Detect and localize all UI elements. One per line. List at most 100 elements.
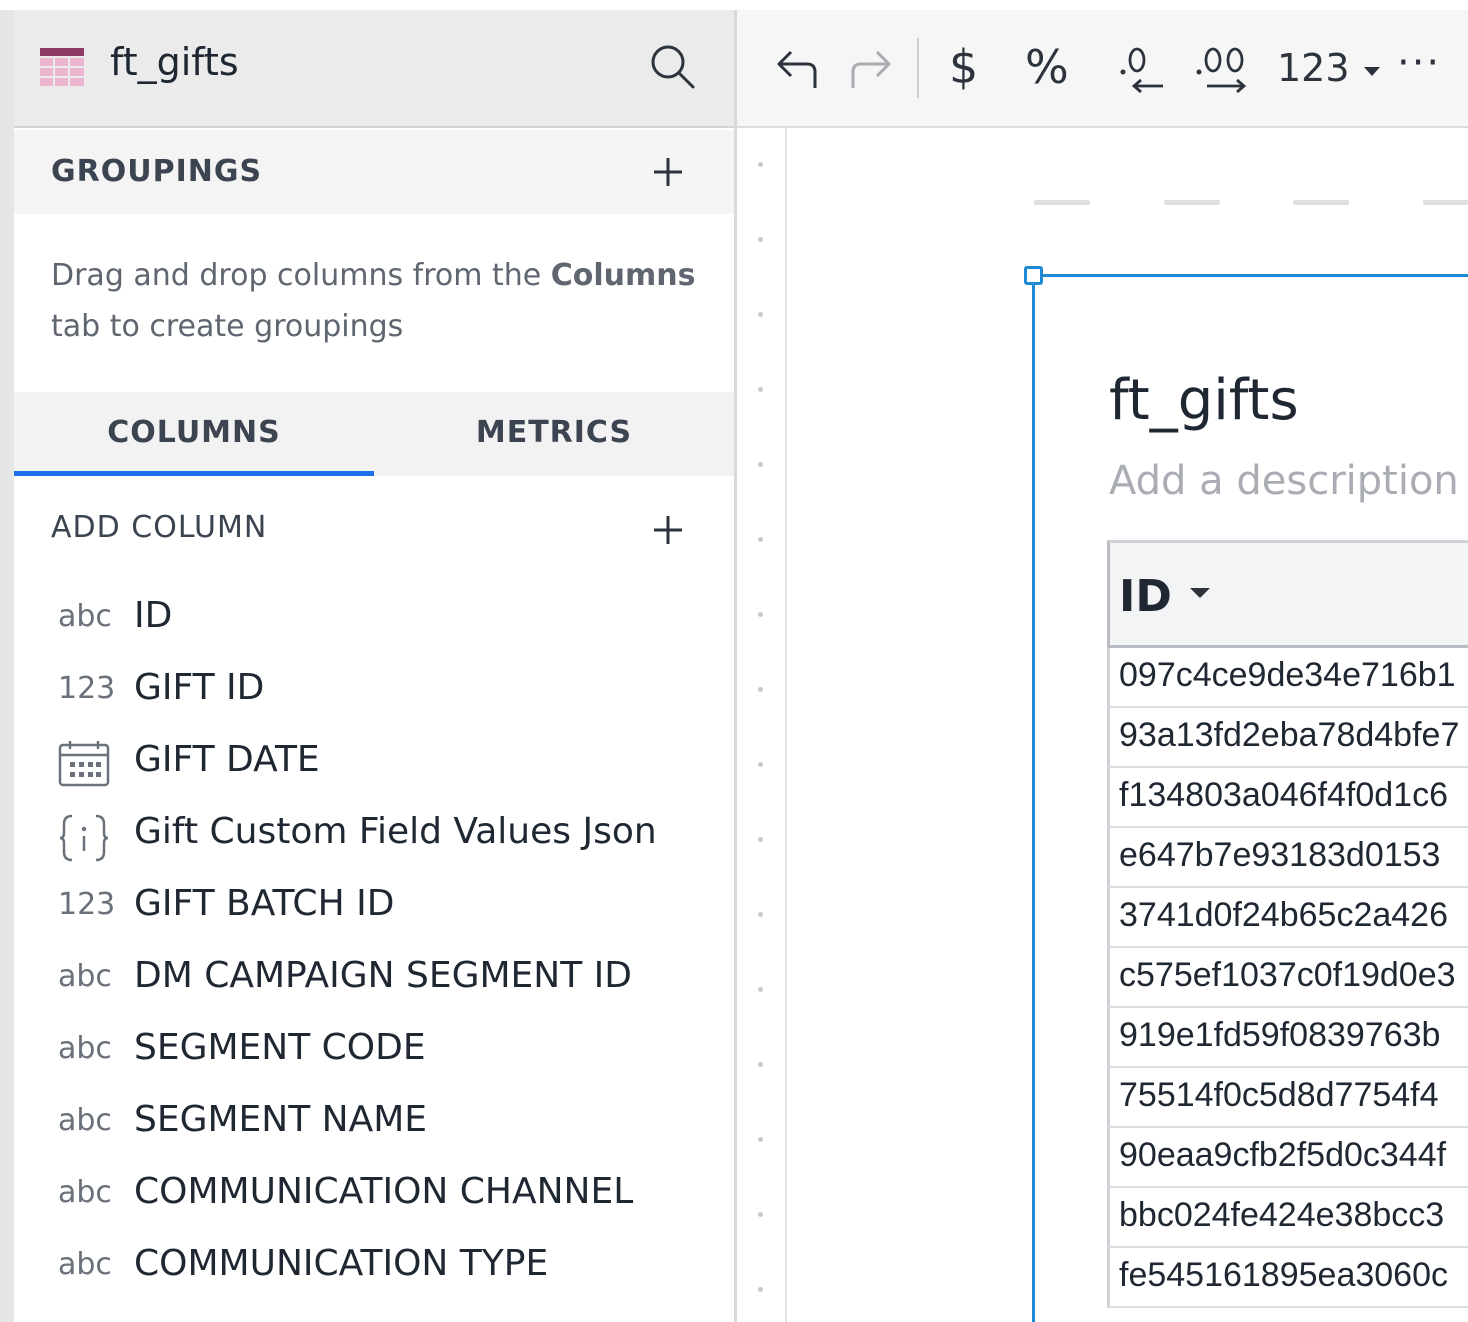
- table-row[interactable]: 90eaa9cfb2f5d0c344f: [1107, 1128, 1468, 1188]
- column-item-id[interactable]: abc ID: [14, 585, 734, 657]
- left-edge: [0, 10, 14, 1322]
- column-item-communication-type[interactable]: abc COMMUNICATION TYPE: [14, 1233, 734, 1305]
- data-table: ID 097c4ce9de34e716b1 93a13fd2eba78d4bfe…: [1107, 540, 1468, 1322]
- canvas-gutter-line: [785, 128, 787, 1322]
- description-input[interactable]: Add a description: [1109, 458, 1459, 504]
- number-type-icon: 123: [58, 887, 116, 922]
- gutter-dot: [758, 387, 763, 392]
- table-row[interactable]: c575ef1037c0f19d0e3: [1107, 948, 1468, 1008]
- table-title[interactable]: ft_gifts: [1109, 368, 1299, 433]
- resize-handle[interactable]: [1024, 266, 1043, 285]
- chevron-down-icon: [1363, 66, 1380, 76]
- layout-guide-dash: [1423, 200, 1468, 205]
- gutter-dot: [758, 987, 763, 992]
- column-name: COMMUNICATION CHANNEL: [134, 1171, 634, 1212]
- table-row[interactable]: fe545161895ea3060c: [1107, 1248, 1468, 1308]
- column-item-dm-campaign-segment-id[interactable]: abc DM CAMPAIGN SEGMENT ID: [14, 945, 734, 1017]
- table-row[interactable]: bbc024fe424e38bcc3: [1107, 1188, 1468, 1248]
- text-type-icon: abc: [58, 1247, 112, 1282]
- panel-header: ft_gifts: [14, 10, 734, 128]
- text-type-icon: abc: [58, 1031, 112, 1066]
- toolbar-separator: [917, 38, 919, 98]
- format-toolbar: $ % 123 ···: [737, 10, 1468, 128]
- groupings-help-suffix: tab to create groupings: [51, 309, 404, 344]
- gutter-dot: [758, 1137, 763, 1142]
- tab-metrics-label: METRICS: [475, 415, 633, 450]
- top-strip: [0, 0, 1468, 10]
- table-cell: 919e1fd59f0839763b: [1119, 1016, 1441, 1054]
- gutter-dot: [758, 1212, 763, 1217]
- column-name: SEGMENT CODE: [134, 1027, 426, 1068]
- tab-metrics[interactable]: METRICS: [374, 392, 734, 476]
- tab-active-indicator: [14, 471, 374, 476]
- column-item-segment-name[interactable]: abc SEGMENT NAME: [14, 1089, 734, 1161]
- column-header-id[interactable]: ID: [1107, 540, 1468, 648]
- currency-format-button[interactable]: $: [949, 40, 978, 94]
- layout-guide-dash: [1164, 200, 1220, 205]
- json-icon: [59, 814, 109, 862]
- gutter-dot: [758, 612, 763, 617]
- add-column-label: ADD COLUMN: [51, 510, 268, 545]
- column-name: GIFT DATE: [134, 739, 320, 780]
- table-row[interactable]: 75514f0c5d8d7754f4: [1107, 1068, 1468, 1128]
- column-item-gift-id[interactable]: 123 GIFT ID: [14, 657, 734, 729]
- gutter-dot: [758, 687, 763, 692]
- table-cell: 93a13fd2eba78d4bfe7: [1119, 716, 1460, 754]
- table-cell: f134803a046f4f0d1c6: [1119, 776, 1448, 814]
- groupings-help-prefix: Drag and drop columns from the: [51, 258, 551, 293]
- table-cell: 3741d0f24b65c2a426: [1119, 896, 1448, 934]
- search-icon[interactable]: [648, 42, 698, 92]
- decrease-decimals-icon[interactable]: [1117, 38, 1167, 98]
- gutter-dot: [758, 1287, 763, 1292]
- text-type-icon: abc: [58, 959, 112, 994]
- redo-icon[interactable]: [845, 38, 895, 98]
- panel-tabs: COLUMNS METRICS: [14, 392, 734, 476]
- groupings-help-text: Drag and drop columns from the Columns t…: [51, 250, 711, 352]
- text-type-icon: abc: [58, 599, 112, 634]
- table-row[interactable]: 097c4ce9de34e716b1: [1107, 648, 1468, 708]
- undo-icon[interactable]: [773, 38, 823, 98]
- table-cell: e647b7e93183d0153: [1119, 836, 1441, 874]
- number-format-label: 123: [1277, 46, 1350, 90]
- column-header-label: ID: [1119, 571, 1172, 622]
- column-name: Gift Custom Field Values Json: [134, 811, 657, 852]
- groupings-help-bold: Columns: [550, 258, 696, 293]
- gutter-dot: [758, 312, 763, 317]
- table-cell: 90eaa9cfb2f5d0c344f: [1119, 1136, 1447, 1174]
- column-name: ID: [134, 595, 173, 636]
- table-row[interactable]: 93a13fd2eba78d4bfe7: [1107, 708, 1468, 768]
- table-cell: c575ef1037c0f19d0e3: [1119, 956, 1456, 994]
- groupings-label: GROUPINGS: [51, 154, 263, 189]
- column-item-gift-custom-field-values-json[interactable]: Gift Custom Field Values Json: [14, 801, 734, 873]
- add-column-plus-icon[interactable]: [651, 513, 685, 547]
- column-item-segment-code[interactable]: abc SEGMENT CODE: [14, 1017, 734, 1089]
- workbook-canvas: ft_gifts Add a description ID 097c4ce9de…: [737, 128, 1468, 1322]
- table-cell: 75514f0c5d8d7754f4: [1119, 1076, 1439, 1114]
- column-item-gift-date[interactable]: GIFT DATE: [14, 729, 734, 801]
- layout-guide-dash: [1034, 200, 1090, 205]
- add-grouping-plus-icon[interactable]: [651, 155, 685, 189]
- panel-title: ft_gifts: [110, 40, 239, 84]
- gutter-dot: [758, 237, 763, 242]
- column-item-gift-batch-id[interactable]: 123 GIFT BATCH ID: [14, 873, 734, 945]
- column-name: GIFT ID: [134, 667, 265, 708]
- table-row[interactable]: f134803a046f4f0d1c6: [1107, 768, 1468, 828]
- gutter-dot: [758, 912, 763, 917]
- element-panel: ft_gifts GROUPINGS Drag and drop columns…: [14, 10, 734, 1322]
- table-row[interactable]: e647b7e93183d0153: [1107, 828, 1468, 888]
- table-row[interactable]: 919e1fd59f0839763b: [1107, 1008, 1468, 1068]
- more-options-icon[interactable]: ···: [1397, 40, 1441, 86]
- table-cell: fe545161895ea3060c: [1119, 1256, 1448, 1294]
- column-item-communication-channel[interactable]: abc COMMUNICATION CHANNEL: [14, 1161, 734, 1233]
- increase-decimals-icon[interactable]: [1193, 38, 1253, 98]
- gutter-dot: [758, 162, 763, 167]
- column-name: DM CAMPAIGN SEGMENT ID: [134, 955, 632, 996]
- number-format-dropdown[interactable]: 123: [1277, 46, 1382, 90]
- caret-down-icon[interactable]: [1188, 585, 1212, 601]
- tab-columns[interactable]: COLUMNS: [14, 392, 374, 476]
- gutter-dot: [758, 1062, 763, 1067]
- table-row[interactable]: 3741d0f24b65c2a426: [1107, 888, 1468, 948]
- column-name: SEGMENT NAME: [134, 1099, 428, 1140]
- groupings-section-header: GROUPINGS: [14, 130, 734, 214]
- percent-format-button[interactable]: %: [1025, 40, 1069, 94]
